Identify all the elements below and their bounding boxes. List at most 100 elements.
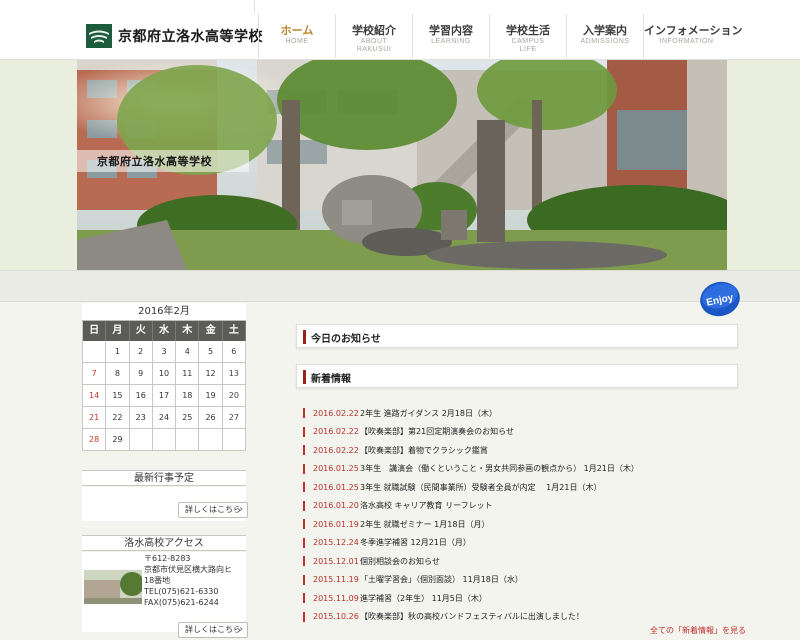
news-item[interactable]: 2016.02.22 【吹奏楽部】着物でクラシック鑑賞 <box>303 441 743 460</box>
calendar-day[interactable]: 12 <box>199 363 223 385</box>
news-item-title: 【吹奏楽部】秋の高校バンドフェスティバルに出演しました！ <box>360 612 584 622</box>
news-item[interactable]: 2015.11.19 「土曜学習会」（個別面談） 11月18日（水） <box>303 571 743 590</box>
calendar-day[interactable]: 11 <box>176 363 200 385</box>
calendar-day[interactable]: 1 <box>106 341 130 363</box>
calendar-day[interactable]: 9 <box>129 363 153 385</box>
news-item[interactable]: 2015.12.24 冬季進学補習 12月21日（月） <box>303 534 743 553</box>
nav-about[interactable]: 学校紹介 ABOUT RAKUSUI <box>335 14 412 60</box>
news-bullet-icon <box>303 445 305 456</box>
nav-home[interactable]: ホーム HOME <box>258 14 335 60</box>
calendar-day[interactable]: 2 <box>129 341 153 363</box>
school-emblem-icon <box>86 24 112 48</box>
enjoy-badge[interactable]: Enjoy <box>698 279 742 319</box>
today-notice-header: 今日のお知らせ <box>296 324 738 348</box>
news-item[interactable]: 2016.01.25 3年生 講演会（働くということ・男女共同参画の観点から） 1… <box>303 460 743 479</box>
news-item-title: 【吹奏楽部】第21回定期演奏会のお知らせ <box>360 427 515 437</box>
calendar-day[interactable]: 16 <box>129 385 153 407</box>
news-item-title: 2年生 就職ゼミナー 1月18日（月） <box>360 519 490 529</box>
calendar-day[interactable]: 26 <box>199 407 223 429</box>
nav-admissions[interactable]: 入学案内 ADMISSIONS <box>566 14 643 60</box>
news-bullet-icon <box>303 611 305 622</box>
news-item[interactable]: 2016.01.20 洛水高校 キャリア教育 リーフレット <box>303 497 743 516</box>
access-tel: TEL(075)621-6330 <box>144 587 219 596</box>
news-item-title: 【吹奏楽部】着物でクラシック鑑賞 <box>360 445 488 455</box>
calendar-empty-cell <box>152 429 177 451</box>
nav-information-sublabel: INFORMATION <box>659 38 714 45</box>
calendar-day[interactable]: 22 <box>106 407 130 429</box>
all-news-link[interactable]: 全ての「新着情報」を見る <box>650 625 746 636</box>
news-bullet-icon <box>303 519 305 530</box>
calendar-day[interactable]: 4 <box>176 341 200 363</box>
news-item[interactable]: 2016.01.19 2年生 就職ゼミナー 1月18日（月） <box>303 515 743 534</box>
calendar-day[interactable]: 15 <box>106 385 130 407</box>
nav-information[interactable]: インフォメーション INFORMATION <box>643 14 742 60</box>
news-item-title: 冬季進学補習 12月21日（月） <box>360 538 471 548</box>
calendar-day[interactable]: 25 <box>176 407 200 429</box>
calendar-day[interactable]: 17 <box>152 385 177 407</box>
calendar-day[interactable]: 18 <box>176 385 200 407</box>
calendar-day[interactable]: 3 <box>152 341 177 363</box>
calendar-day[interactable]: 10 <box>152 363 177 385</box>
calendar-day[interactable]: 27 <box>222 407 246 429</box>
news-item-title: 洛水高校 キャリア教育 リーフレット <box>360 501 493 511</box>
calendar-weekday: 水 <box>152 321 177 341</box>
nav-learning[interactable]: 学習内容 LEARNING <box>412 14 489 60</box>
news-bullet-icon <box>303 574 305 585</box>
access-fax: FAX(075)621-6244 <box>144 598 219 607</box>
news-date: 2016.02.22 <box>313 445 359 455</box>
calendar-grid: 日月火水木金土 1 2 3 4 5 6 7 8 9 10 11 12 13 14 15 16 17 18 19 20 21… <box>82 321 246 451</box>
nav-about-sublabel: ABOUT RAKUSUI <box>356 38 392 53</box>
nav-about-label: 学校紹介 <box>352 24 396 37</box>
calendar-day[interactable]: 7 <box>83 363 107 385</box>
calendar-day[interactable]: 8 <box>106 363 130 385</box>
news-list: 2016.02.22 2年生 進路ガイダンス 2月18日（木） 2016.02.22… <box>303 404 743 626</box>
news-date: 2015.11.09 <box>313 593 359 603</box>
site-logo[interactable]: 京都府立洛水高等学校 <box>86 23 263 49</box>
calendar-weekday: 金 <box>199 321 223 341</box>
news-item[interactable]: 2016.02.22 【吹奏楽部】第21回定期演奏会のお知らせ <box>303 423 743 442</box>
calendar-weekday: 木 <box>176 321 200 341</box>
news-bullet-icon <box>303 408 305 419</box>
calendar-day[interactable]: 20 <box>222 385 246 407</box>
events-more-button[interactable]: 詳しくはこちら <box>178 502 248 518</box>
calendar-day[interactable]: 28 <box>83 429 107 451</box>
calendar-day[interactable]: 14 <box>83 385 107 407</box>
news-item[interactable]: 2015.11.09 進学補習（2年生） 11月5日（木） <box>303 589 743 608</box>
access-postal-code: 〒612-8283 <box>144 554 191 563</box>
calendar-day[interactable]: 23 <box>129 407 153 429</box>
header-divider <box>254 0 255 14</box>
calendar-day[interactable]: 19 <box>199 385 223 407</box>
calendar-title: 2016年2月 <box>82 303 246 321</box>
news-item-title: 進学補習（2年生） 11月5日（木） <box>360 593 487 603</box>
calendar-day[interactable]: 24 <box>152 407 177 429</box>
news-bullet-icon <box>303 556 305 567</box>
calendar-day[interactable]: 13 <box>222 363 246 385</box>
calendar-day[interactable]: 29 <box>106 429 130 451</box>
news-bullet-icon <box>303 426 305 437</box>
nav-campus-life[interactable]: 学校生活 CAMPUS LIFE <box>489 14 566 60</box>
news-bullet-icon <box>303 593 305 604</box>
news-item[interactable]: 2015.12.01 個別相談会のお知らせ <box>303 552 743 571</box>
main-nav: ホーム HOME 学校紹介 ABOUT RAKUSUI 学習内容 LEARNIN… <box>258 14 742 60</box>
news-item[interactable]: 2016.01.25 3年生 就職試験（民間事業所）受験者全員が内定 1月21日（… <box>303 478 743 497</box>
news-bullet-icon <box>303 537 305 548</box>
calendar-weekday: 月 <box>106 321 130 341</box>
calendar-day[interactable]: 5 <box>199 341 223 363</box>
news-item[interactable]: 2016.02.22 2年生 進路ガイダンス 2月18日（木） <box>303 404 743 423</box>
news-date: 2016.02.22 <box>313 427 359 437</box>
calendar-empty-cell <box>176 429 200 451</box>
access-address-line-1: 京都市伏見区横大路向ヒ <box>144 565 232 574</box>
news-date: 2015.10.26 <box>313 612 359 622</box>
news-item-title: 2年生 進路ガイダンス 2月18日（木） <box>360 408 497 418</box>
today-notice-title: 今日のお知らせ <box>311 334 381 345</box>
access-more-button[interactable]: 詳しくはこちら <box>178 622 248 638</box>
news-title: 新着情報 <box>311 374 351 385</box>
news-bullet-icon <box>303 463 305 474</box>
news-header: 新着情報 <box>296 364 738 388</box>
site-title: 京都府立洛水高等学校 <box>118 29 263 45</box>
page: 京都府立洛水高等学校 ホーム HOME 学校紹介 ABOUT RAKUSUI 学… <box>0 0 800 640</box>
calendar-day[interactable]: 21 <box>83 407 107 429</box>
calendar-day[interactable]: 6 <box>222 341 246 363</box>
calendar-empty-cell <box>129 429 153 451</box>
news-item[interactable]: 2015.10.26 【吹奏楽部】秋の高校バンドフェスティバルに出演しました！ <box>303 608 743 627</box>
